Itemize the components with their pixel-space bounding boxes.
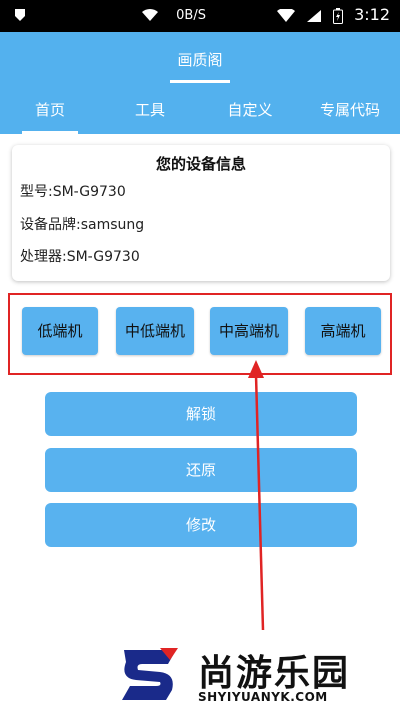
watermark: 尚游乐园 SHYIYUANYK.COM	[118, 640, 400, 711]
annotation-arrow	[248, 360, 265, 631]
watermark-text: 尚游乐园	[198, 653, 351, 694]
brand-logo-icon	[122, 648, 178, 700]
watermark-url: SHYIYUANYK.COM	[198, 690, 328, 704]
